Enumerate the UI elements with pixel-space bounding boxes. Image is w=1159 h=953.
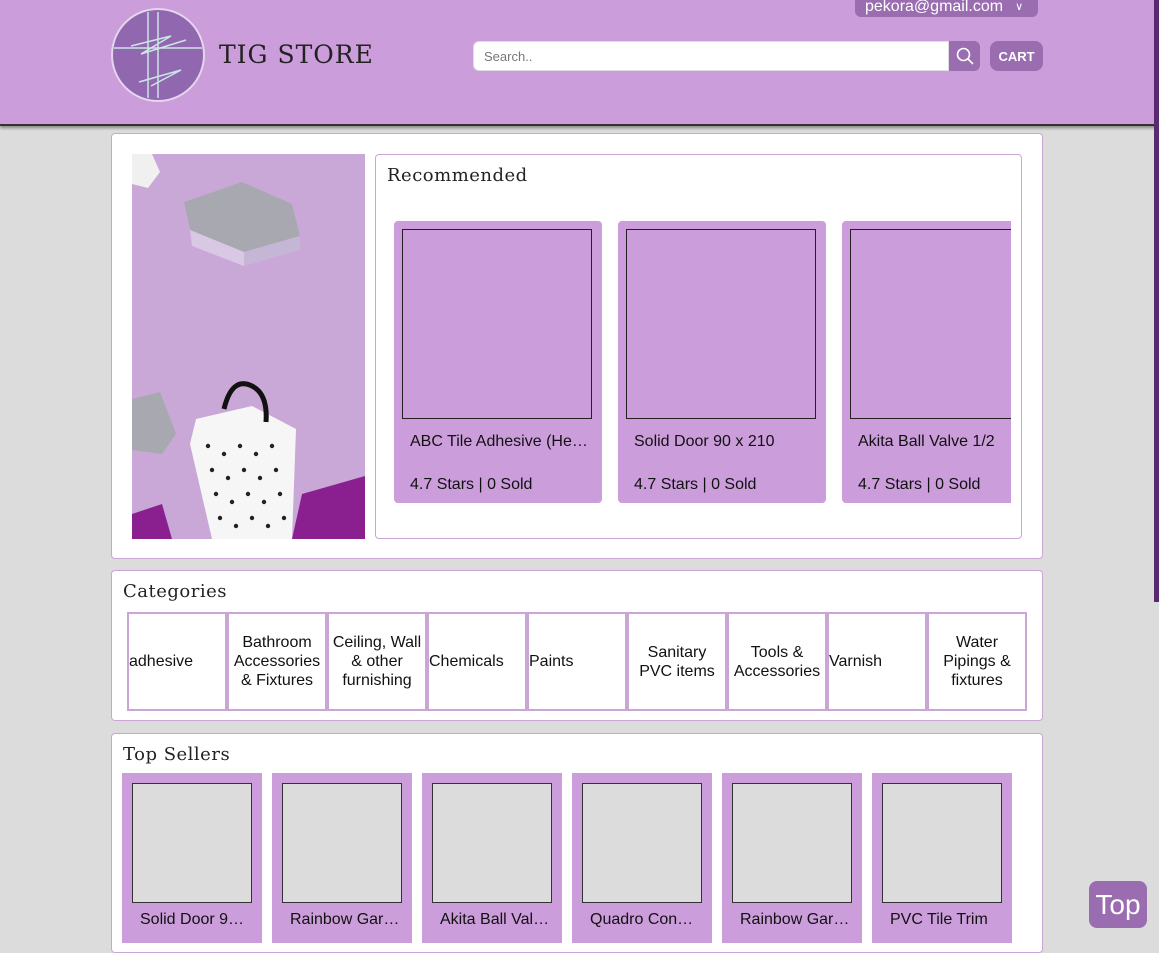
seller-card[interactable]: Solid Door 90 x 210 [122,773,262,943]
brand-name: TIG STORE [219,40,374,69]
product-name: Akita Ball Valve 1/2 [440,911,550,928]
categories-section: Categories adhesive Bathroom Accessories… [111,570,1043,721]
category-item[interactable]: Sanitary PVC items [629,614,725,709]
header-bar: TIG STORE Search.. CART pekora@gmail.com… [0,0,1158,126]
product-image [582,783,702,903]
search-button[interactable] [949,41,980,71]
seller-card[interactable]: Akita Ball Valve 1/2 [422,773,562,943]
search-placeholder: Search.. [484,48,533,64]
category-item[interactable]: Paints [529,614,625,709]
category-item[interactable]: Tools & Accessories [729,614,825,709]
product-image [282,783,402,903]
product-rating-sold: 4.7 Stars | 0 Sold [634,476,757,493]
recommended-carousel[interactable]: ABC Tile Adhesive (Heavy Duty) 4.7 Stars… [394,221,1011,503]
product-name: Quadro Concrete [590,911,700,928]
scrollbar-thumb[interactable] [1154,0,1159,602]
recommended-section: Recommended ABC Tile Adhesive (Heavy Dut… [375,154,1022,539]
product-name: Akita Ball Valve 1/2 [858,433,995,450]
category-item[interactable]: Chemicals [429,614,525,709]
product-name: Solid Door 90 x 210 [634,433,775,450]
product-image [132,783,252,903]
top-sellers-title: Top Sellers [123,744,231,765]
cart-button[interactable]: CART [990,41,1043,71]
product-name: Rainbow Garden Hose [740,911,850,928]
chevron-down-icon: ∨ [1015,1,1024,13]
top-sellers-section: Top Sellers Solid Door 90 x 210 Rainbow … [111,733,1043,953]
seller-card[interactable]: Quadro Concrete [572,773,712,943]
product-image [732,783,852,903]
product-name: Rainbow Garden Hose [290,911,400,928]
account-dropdown[interactable]: pekora@gmail.com ∨ [855,0,1038,17]
product-image [850,229,1011,419]
category-item[interactable]: Water Pipings & fixtures [929,614,1025,709]
product-name: PVC Tile Trim [890,911,988,928]
store-logo[interactable] [111,8,205,102]
product-card[interactable]: ABC Tile Adhesive (Heavy Duty) 4.7 Stars… [394,221,602,503]
recommended-title: Recommended [387,165,528,186]
promo-banner[interactable] [132,154,365,539]
seller-card[interactable]: Rainbow Garden Hose [272,773,412,943]
product-image [882,783,1002,903]
category-item[interactable]: Varnish [829,614,925,709]
product-image [402,229,592,419]
scroll-to-top-button[interactable]: Top [1089,881,1147,928]
product-image [626,229,816,419]
seller-card[interactable]: PVC Tile Trim [872,773,1012,943]
product-card[interactable]: Akita Ball Valve 1/2 4.7 Stars | 0 Sold [842,221,1011,503]
search-input[interactable]: Search.. [473,41,949,71]
search-icon [956,47,974,65]
product-card[interactable]: Solid Door 90 x 210 4.7 Stars | 0 Sold [618,221,826,503]
category-item[interactable]: Bathroom Accessories & Fixtures [229,614,325,709]
categories-list: adhesive Bathroom Accessories & Fixtures… [127,612,1027,711]
account-email: pekora@gmail.com [865,0,1004,15]
category-item[interactable]: Ceiling, Wall & other furnishing [329,614,425,709]
category-item[interactable]: adhesive [129,614,225,709]
hero-panel: Recommended ABC Tile Adhesive (Heavy Dut… [111,133,1043,559]
product-image [432,783,552,903]
seller-card[interactable]: Rainbow Garden Hose [722,773,862,943]
product-rating-sold: 4.7 Stars | 0 Sold [858,476,981,493]
product-name: ABC Tile Adhesive (Heavy Duty) [410,433,588,450]
categories-title: Categories [123,581,227,602]
product-name: Solid Door 90 x 210 [140,911,250,928]
product-rating-sold: 4.7 Stars | 0 Sold [410,476,533,493]
